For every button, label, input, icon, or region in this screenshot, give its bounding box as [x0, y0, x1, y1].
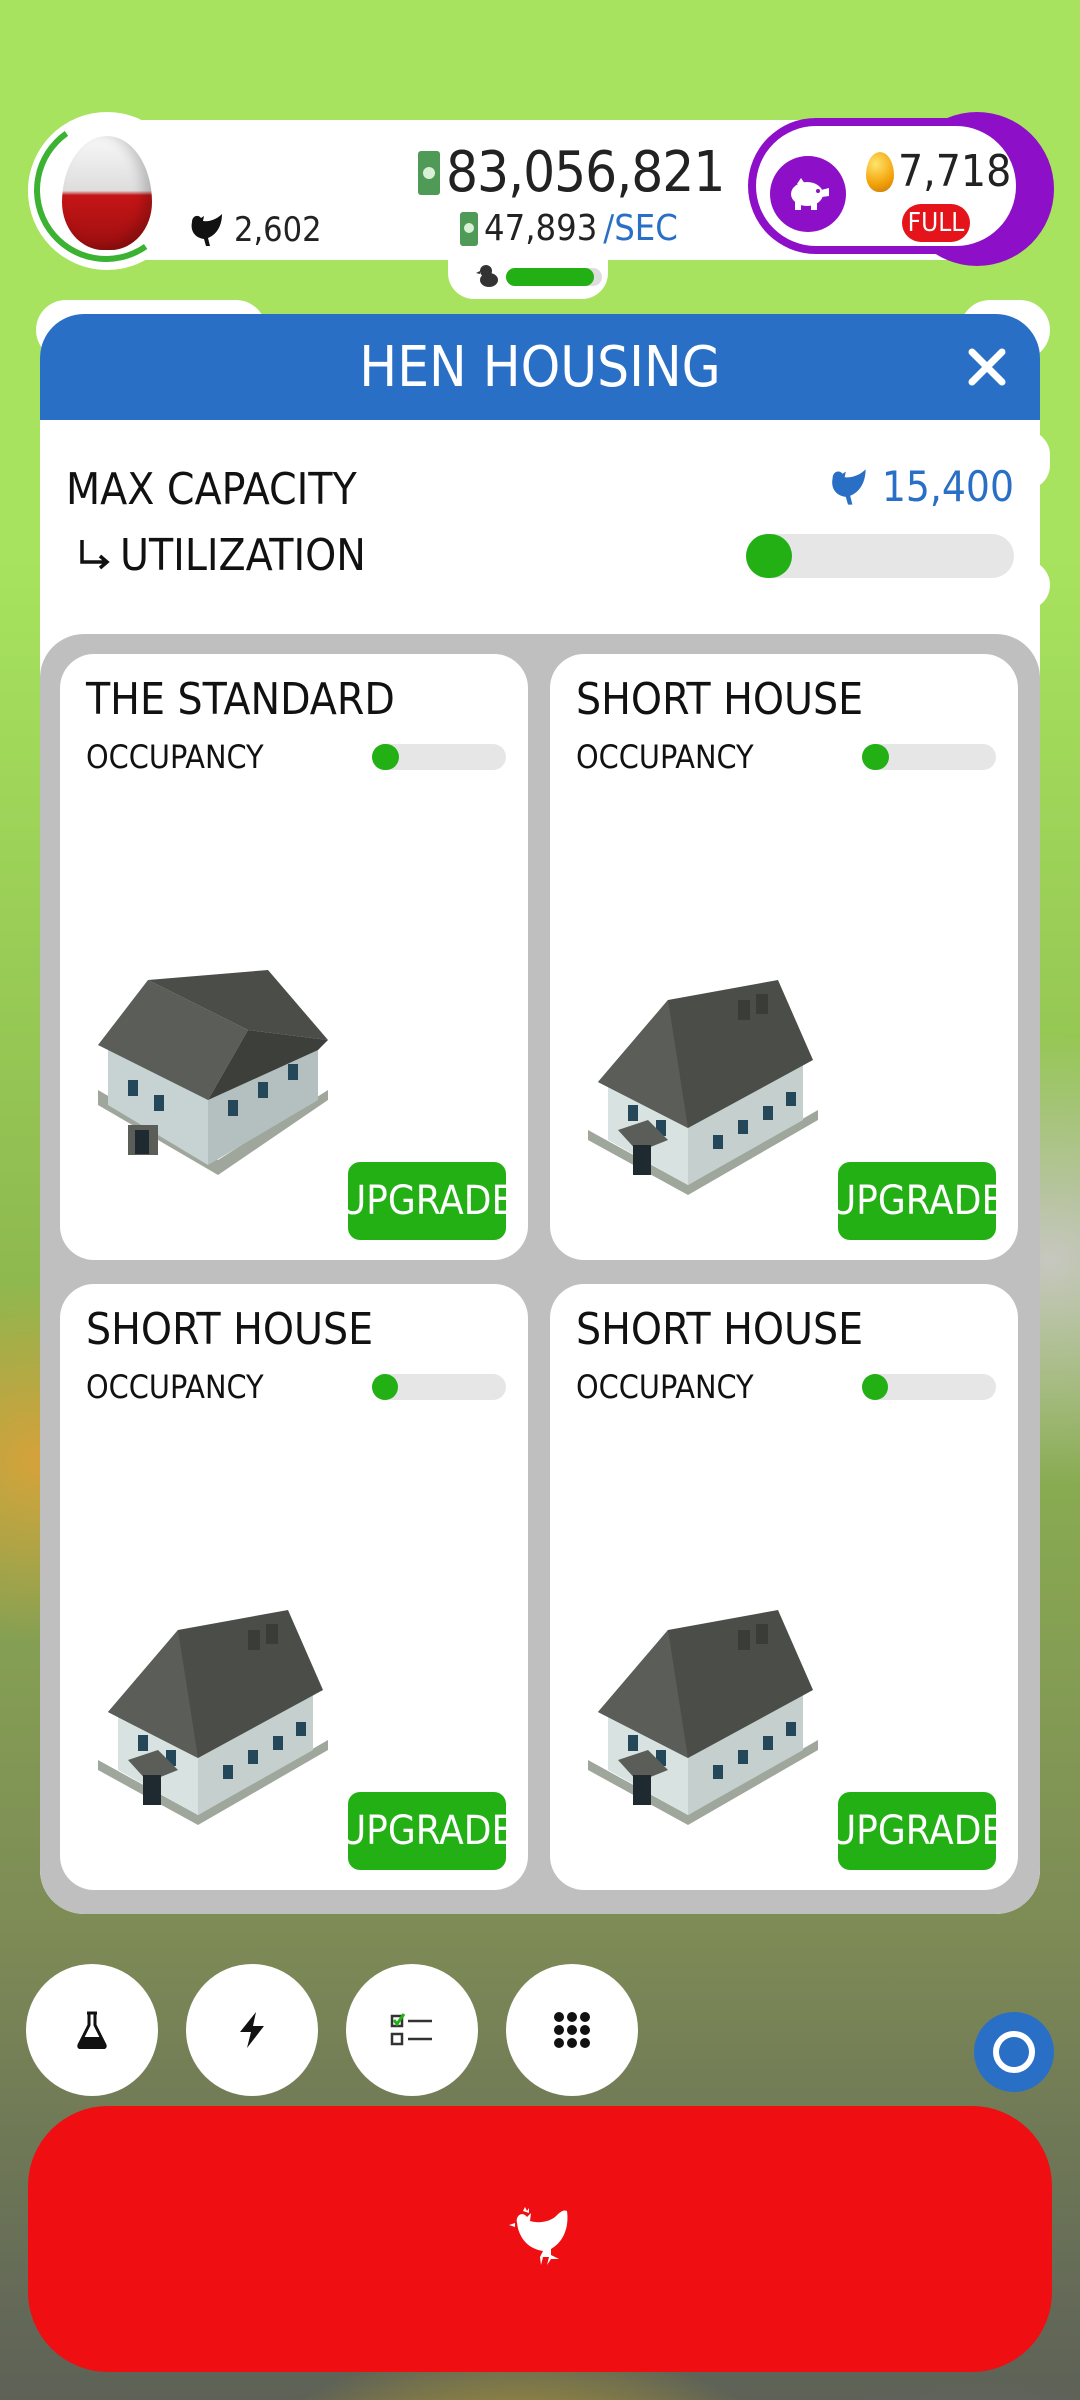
house-name: THE STANDARD	[86, 674, 395, 725]
max-capacity-label: MAX CAPACITY	[66, 464, 357, 515]
house-card[interactable]: SHORT HOUSE OCCUPANCY UPGRADE	[550, 1284, 1018, 1890]
occupancy-bar-fill	[862, 744, 889, 770]
rate-value: 47,893	[484, 208, 598, 249]
utilization-label: UTILIZATION	[120, 530, 366, 581]
occupancy-label: OCCUPANCY	[576, 738, 754, 776]
house-image	[88, 1600, 338, 1840]
chicken-icon	[509, 2207, 568, 2265]
occupancy-label: OCCUPANCY	[86, 738, 264, 776]
grid-icon	[554, 2012, 590, 2048]
upgrade-button[interactable]: UPGRADE	[830, 1162, 1004, 1240]
utilization-row: UTILIZATION	[74, 530, 366, 581]
lightning-icon	[240, 2012, 264, 2048]
hen-count-value: 2,602	[234, 210, 322, 250]
house-name: SHORT HOUSE	[576, 674, 864, 725]
house-name: SHORT HOUSE	[86, 1304, 374, 1355]
golden-eggs-value: 7,718	[898, 146, 1012, 197]
close-icon[interactable]	[964, 344, 1010, 390]
max-capacity: 15,400	[826, 462, 1014, 511]
full-badge: FULL	[902, 204, 970, 242]
max-capacity-value: 15,400	[881, 462, 1014, 511]
ring-icon	[993, 2031, 1035, 2073]
house-card[interactable]: SHORT HOUSE OCCUPANCY UPGRADE	[550, 654, 1018, 1260]
research-button[interactable]	[26, 1964, 158, 2096]
overlay-button[interactable]	[974, 2012, 1054, 2092]
hen-housing-panel: HEN HOUSING MAX CAPACITY 15,400 UTILIZAT…	[40, 314, 1040, 1914]
golden-eggs[interactable]: 7,718	[866, 146, 1011, 197]
piggy-bank-button[interactable]	[770, 156, 846, 232]
chicken-icon	[831, 468, 866, 505]
house-image	[88, 970, 338, 1210]
upgrade-button[interactable]: UPGRADE	[340, 1792, 514, 1870]
occupancy-label: OCCUPANCY	[86, 1368, 264, 1406]
occupancy-bar-fill	[372, 1374, 398, 1400]
return-arrow-icon	[80, 539, 110, 569]
money-display: 83,056,821	[418, 140, 725, 205]
checklist-icon	[390, 2013, 432, 2046]
house-name: SHORT HOUSE	[576, 1304, 864, 1355]
upgrade-button[interactable]: UPGRADE	[340, 1162, 514, 1240]
chicken-icon	[191, 214, 222, 246]
occupancy-bar-fill	[372, 744, 399, 770]
house-card[interactable]: SHORT HOUSE OCCUPANCY UPGRADE	[60, 1284, 528, 1890]
golden-egg-icon	[866, 151, 894, 192]
houses-grid: THE STANDARD OCCUPANCY UPGRADE SHORT HOUSE O…	[40, 634, 1040, 1914]
cash-icon-small	[460, 211, 478, 246]
house-image	[578, 970, 828, 1210]
cash-icon	[418, 150, 440, 195]
panel-title: HEN HOUSING	[359, 334, 721, 400]
house-card[interactable]: THE STANDARD OCCUPANCY UPGRADE	[60, 654, 528, 1260]
menu-button[interactable]	[506, 1964, 638, 2096]
flask-icon	[77, 2011, 107, 2049]
house-image	[578, 1600, 828, 1840]
missions-button[interactable]	[346, 1964, 478, 2096]
chick-icon	[476, 262, 502, 295]
panel-header: HEN HOUSING	[40, 314, 1040, 420]
progress-fill	[506, 268, 594, 286]
money-value: 83,056,821	[446, 140, 725, 205]
rate-unit: /SEC	[603, 208, 678, 249]
utilization-bar-fill	[746, 534, 792, 578]
hen-count: 2,602	[186, 210, 322, 250]
piggy-bank-icon	[791, 178, 829, 210]
upgrade-button[interactable]: UPGRADE	[830, 1792, 1004, 1870]
occupancy-label: OCCUPANCY	[576, 1368, 754, 1406]
hatch-chicken-button[interactable]	[28, 2106, 1052, 2372]
income-rate: 47,893/SEC	[460, 208, 678, 249]
boost-button[interactable]	[186, 1964, 318, 2096]
occupancy-bar-fill	[862, 1374, 888, 1400]
